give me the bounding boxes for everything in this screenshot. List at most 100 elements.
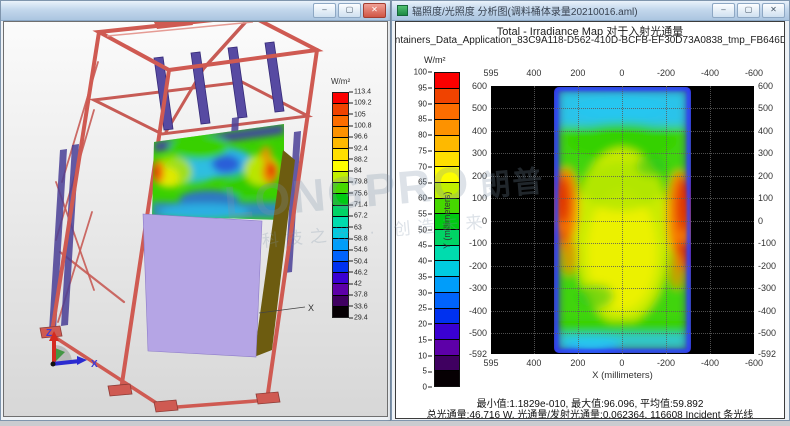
x-tick-label: 0 [619,358,624,368]
legend-tick-label: 42 [349,281,362,288]
legend-tick-label: 63 [349,224,362,231]
maximize-icon[interactable]: ▢ [737,3,760,18]
y-tick-label: -100 [469,238,487,248]
legend-tick-label: 33.6 [349,303,368,310]
legend-ticks: 1009590858075706560555045403530252015105… [404,72,432,387]
y-tick-label: -500 [469,328,487,338]
y-axis-ticks-left: 6005004003002001000-100-200-300-400-500-… [458,86,489,354]
legend-color-band [333,137,348,148]
y-tick-label: -300 [758,283,776,293]
y-tick-label: -400 [469,306,487,316]
legend-ticks: 113.4109.2105100.896.692.488.28479.875.6… [349,92,387,318]
left-window: – ▢ ✕ [0,0,391,421]
legend-tick-label: 5 [423,367,432,376]
close-icon[interactable]: ✕ [363,3,386,18]
minimize-icon[interactable]: – [313,3,336,18]
y-axis-title: Y (millimeters) [442,86,454,354]
x-tick-label: -400 [701,68,719,78]
legend-tick-label: 20 [418,320,432,329]
legend-color-band [333,272,348,283]
right-window: 辐照度/光照度 分析图(调料桶体录量20210016.aml) – ▢ ✕ To… [391,0,790,421]
color-scale-legend: W/m² 113.4109.2105100.896.692.488.28479.… [330,77,388,86]
legend-color-band [333,182,348,193]
y-tick-label: 300 [758,148,773,158]
close-icon[interactable]: ✕ [762,3,785,18]
x-tick-label: 200 [570,358,585,368]
legend-color-band [333,216,348,227]
legend-tick-label: 0 [423,383,432,392]
left-window-titlebar[interactable]: – ▢ ✕ [1,1,390,21]
legend-tick-label: 58.8 [349,235,368,242]
y-tick-label: 500 [472,103,487,113]
legend-color-band [333,93,348,103]
x-tick-label: 200 [570,68,585,78]
rack-top-rim [99,22,317,70]
legend-color-band [333,148,348,159]
legend-color-band [333,126,348,137]
y-tick-label: 0 [758,216,763,226]
y-tick-label: 200 [758,171,773,181]
legend-tick-label: 60 [418,194,432,203]
y-tick-label: -500 [758,328,776,338]
x-tick-label: 0 [619,68,624,78]
y-tick-label: 200 [472,171,487,181]
y-tick-label: -100 [758,238,776,248]
legend-tick-label: 67.2 [349,213,368,220]
legend-unit-label: W/m² [331,77,388,86]
y-tick-label: -300 [469,283,487,293]
legend-tick-label: 84 [349,168,362,175]
legend-tick-label: 15 [418,335,432,344]
irradiance-heatmap[interactable] [491,86,754,354]
x-tick-label: -400 [701,358,719,368]
desktop-edge [0,421,790,426]
y-axis-ticks-right: 6005004003002001000-100-200-300-400-500-… [756,86,785,354]
legend-tick-label: 55 [418,209,432,218]
y-tick-label: 500 [758,103,773,113]
y-tick-label: 600 [758,81,773,91]
legend-color-band [333,160,348,171]
legend-tick-label: 105 [349,111,366,118]
legend-tick-label: 96.6 [349,134,368,141]
legend-tick-label: 10 [418,351,432,360]
triad-z-label: Z [46,328,52,339]
x-tick-label: -200 [657,68,675,78]
legend-tick-label: 71.4 [349,202,368,209]
legend-tick-label: 100 [414,68,432,77]
x-tick-label: -200 [657,358,675,368]
legend-tick-label: 90 [418,99,432,108]
irradiance-map-panel: Total - Irradiance Map 对于入射光通量 Container… [395,21,785,419]
right-window-titlebar[interactable]: 辐照度/光照度 分析图(调料桶体录量20210016.aml) – ▢ ✕ [392,1,789,21]
chart-icon [397,5,408,16]
x-tick-label: 595 [483,68,498,78]
legend-tick-label: 113.4 [349,89,371,96]
colorbar-unit-label: W/m² [424,55,446,65]
right-window-title: 辐照度/光照度 分析图(调料桶体录量20210016.aml) [412,3,638,18]
x-tick-label: -600 [745,358,763,368]
chart-subtitle: Containers_Data_Application_83C9A118-D56… [395,35,785,46]
legend-tick-label: 46.2 [349,269,368,276]
maximize-icon[interactable]: ▢ [338,3,361,18]
legend-tick-label: 95 [418,83,432,92]
minimize-icon[interactable]: – [712,3,735,18]
legend-tick-label: 75.6 [349,190,368,197]
legend-tick-label: 75 [418,146,432,155]
legend-tick-label: 65 [418,178,432,187]
legend-tick-label: 50 [418,225,432,234]
y-tick-label: -200 [758,261,776,271]
legend-color-band [333,103,348,114]
stats-line-2: 总光通量:46.716 W, 光通量/发射光通量:0.062364, 11660… [396,406,784,419]
y-tick-label: 300 [472,148,487,158]
y-tick-label: 100 [758,193,773,203]
scene-x-label: X [308,303,314,313]
right-window-controls: – ▢ ✕ [712,3,789,18]
triad-x-label: X [91,359,98,370]
legend-tick-label: 92.4 [349,145,368,152]
legend-tick-label: 40 [418,257,432,266]
heatmap-image [491,86,754,354]
x-axis-title: X (millimeters) [491,370,754,381]
legend-tick-label: 30 [418,288,432,297]
x-axis-ticks-top: 5954002000-200-400-600 [491,68,754,79]
desktop: – ▢ ✕ [0,0,790,426]
x-tick-label: 400 [526,68,541,78]
legend-color-band [333,250,348,261]
